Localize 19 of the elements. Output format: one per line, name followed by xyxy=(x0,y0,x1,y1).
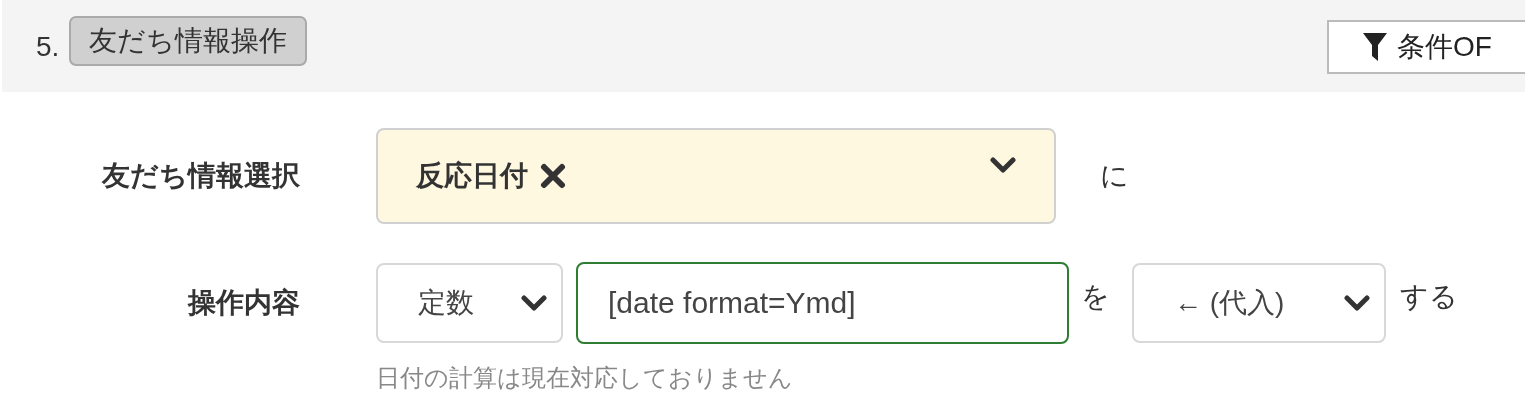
tag-select[interactable]: 反応日付 xyxy=(376,128,1056,224)
help-text: 日付の計算は現在対応しておりません xyxy=(376,364,793,391)
operator-select[interactable]: ← (代入) xyxy=(1132,263,1386,343)
remove-icon[interactable] xyxy=(540,163,566,189)
chevron-down-icon xyxy=(1344,294,1370,312)
filter-button[interactable]: 条件OF xyxy=(1327,20,1525,74)
field-label: 友だち情報選択 xyxy=(100,159,300,193)
chevron-down-icon xyxy=(990,156,1016,174)
chevron-down-icon xyxy=(521,294,547,312)
type-select[interactable]: 定数 xyxy=(376,263,563,343)
field-label: 操作内容 xyxy=(186,286,300,320)
suffix-text: する xyxy=(1400,280,1458,314)
filter-icon xyxy=(1363,33,1387,61)
particle-text: に xyxy=(1100,159,1129,193)
selected-tag: 反応日付 xyxy=(416,155,528,197)
particle-text: を xyxy=(1081,280,1110,314)
section-number: 5. xyxy=(36,30,60,64)
value-input[interactable]: [date format=Ymd] xyxy=(576,262,1069,344)
section-title: 友だち情報操作 xyxy=(69,16,308,66)
